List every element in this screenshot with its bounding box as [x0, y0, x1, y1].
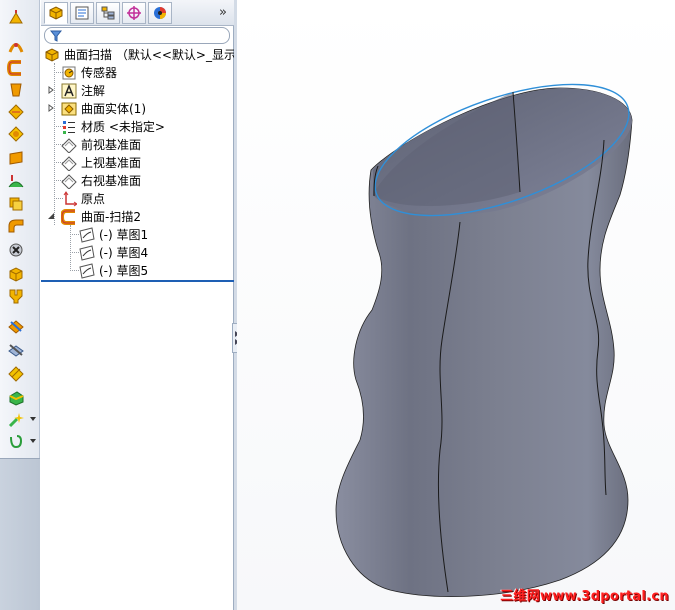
thicken-icon[interactable] [5, 364, 27, 384]
tree-connector [70, 234, 79, 235]
manager-tabs: » [41, 0, 234, 26]
tree-item-sketch[interactable]: (-) 草图4 [79, 244, 148, 262]
tab-display-manager[interactable] [148, 2, 172, 24]
sensor-icon [61, 65, 77, 81]
tree-item-label: 材质 <未指定> [81, 120, 165, 134]
sketch-icon [79, 227, 95, 243]
graphics-area[interactable]: 三维网www.3dportal.cn [237, 0, 675, 610]
surface-sweep-icon [61, 209, 77, 225]
more-tabs-button[interactable]: » [216, 4, 230, 20]
tree-item-label: (-) 草图5 [99, 264, 149, 278]
tree-item-label: 右视基准面 [81, 174, 142, 188]
untrim-surface-icon[interactable] [5, 264, 27, 284]
filter-icon [50, 30, 62, 42]
tree-item-sketch[interactable]: (-) 草图5 [79, 262, 148, 280]
tree-item-label: (-) 草图1 [99, 228, 149, 242]
dropdown-arrow-icon[interactable] [30, 439, 36, 443]
toolbar-lower-area [0, 458, 40, 610]
tree-item-sketch[interactable]: (-) 草图1 [79, 226, 148, 244]
feature-manager-panel: » 曲面扫描 （默认<<默认>_显示 传感器 注解 曲面实体(1) 材质 <未指… [41, 0, 236, 610]
filled-surface-icon[interactable] [5, 124, 27, 144]
tab-dimxpert-manager[interactable] [122, 2, 146, 24]
expand-arrow-icon[interactable] [47, 86, 55, 94]
tab-feature-manager[interactable] [44, 2, 68, 24]
tree-item-label: 曲面-扫描2 [81, 210, 141, 224]
knit-surface-icon[interactable] [5, 240, 27, 260]
sketch-icon [79, 245, 95, 261]
watermark-text: 三维网www.3dportal.cn [500, 589, 669, 604]
tree-item-annotations[interactable]: 注解 [61, 82, 105, 100]
tree-item-label: 注解 [81, 84, 106, 98]
trim-surface-icon[interactable] [5, 340, 27, 360]
display-manager-icon [154, 7, 166, 19]
swept-surface-icon[interactable] [5, 58, 27, 78]
configuration-manager-icon [101, 6, 115, 20]
tree-item-top-plane[interactable]: 上视基准面 [61, 154, 141, 172]
tree-item-label: 上视基准面 [81, 156, 142, 170]
boundary-surface-icon[interactable] [5, 102, 27, 122]
planar-surface-icon[interactable] [5, 148, 27, 168]
tab-property-manager[interactable] [70, 2, 94, 24]
offset-surface-icon[interactable] [5, 172, 27, 192]
surfaces-toolbar [0, 0, 40, 610]
tree-item-label: 曲面实体(1) [81, 102, 146, 116]
extruded-surface-icon[interactable] [5, 8, 27, 28]
tree-item-label: 前视基准面 [81, 138, 142, 152]
tree-item-material[interactable]: 材质 <未指定> [61, 118, 165, 136]
annotation-icon [61, 83, 77, 99]
tree-root-part[interactable]: 曲面扫描 （默认<<默认>_显示 [44, 46, 236, 64]
plane-icon [61, 155, 77, 171]
part-icon [44, 47, 60, 63]
tree-root-label: 曲面扫描 （默认<<默认>_显示 [64, 48, 236, 62]
toolbar-upper [0, 0, 40, 458]
model-opening-back [373, 92, 520, 207]
lofted-surface-icon[interactable] [5, 80, 27, 100]
delete-face-icon[interactable] [5, 286, 27, 306]
property-manager-icon [75, 6, 89, 20]
dropdown-arrow-icon[interactable] [30, 417, 36, 421]
tree-connector [70, 270, 79, 271]
feature-manager-icon [49, 6, 63, 20]
dimxpert-icon [127, 6, 141, 20]
plane-icon [61, 173, 77, 189]
solidworks-window: » 曲面扫描 （默认<<默认>_显示 传感器 注解 曲面实体(1) 材质 <未指… [0, 0, 675, 610]
tab-configuration-manager[interactable] [96, 2, 120, 24]
radiate-surface-icon[interactable] [5, 216, 27, 236]
tree-connector [70, 252, 79, 253]
tree-item-label: 传感器 [81, 66, 118, 80]
material-icon [61, 119, 77, 135]
curves-icon[interactable] [5, 432, 36, 452]
origin-icon [61, 191, 77, 207]
expand-arrow-icon[interactable] [47, 104, 55, 112]
revolved-surface-icon[interactable] [5, 36, 27, 56]
tree-item-right-plane[interactable]: 右视基准面 [61, 172, 141, 190]
feature-filter-input[interactable] [44, 27, 230, 44]
ruled-surface-icon[interactable] [5, 194, 27, 214]
plane-icon [61, 137, 77, 153]
tree-item-sensors[interactable]: 传感器 [61, 64, 117, 82]
tree-item-label: 原点 [81, 192, 106, 206]
tree-item-origin[interactable]: 原点 [61, 190, 105, 208]
replace-face-icon[interactable] [5, 388, 27, 408]
tree-item-surface-sweep[interactable]: 曲面-扫描2 [61, 208, 141, 226]
swept-surface-model[interactable] [237, 0, 675, 610]
tree-item-label: (-) 草图4 [99, 246, 149, 260]
tree-item-surface-bodies[interactable]: 曲面实体(1) [61, 100, 146, 118]
rollback-bar[interactable] [41, 280, 234, 282]
surface-body-icon [61, 101, 77, 117]
tree-connector [70, 225, 71, 271]
extend-surface-icon[interactable] [5, 316, 27, 336]
cut-with-surface-icon[interactable] [5, 410, 36, 430]
collapse-arrow-icon[interactable] [47, 212, 55, 220]
tree-item-front-plane[interactable]: 前视基准面 [61, 136, 141, 154]
sketch-icon [79, 263, 95, 279]
